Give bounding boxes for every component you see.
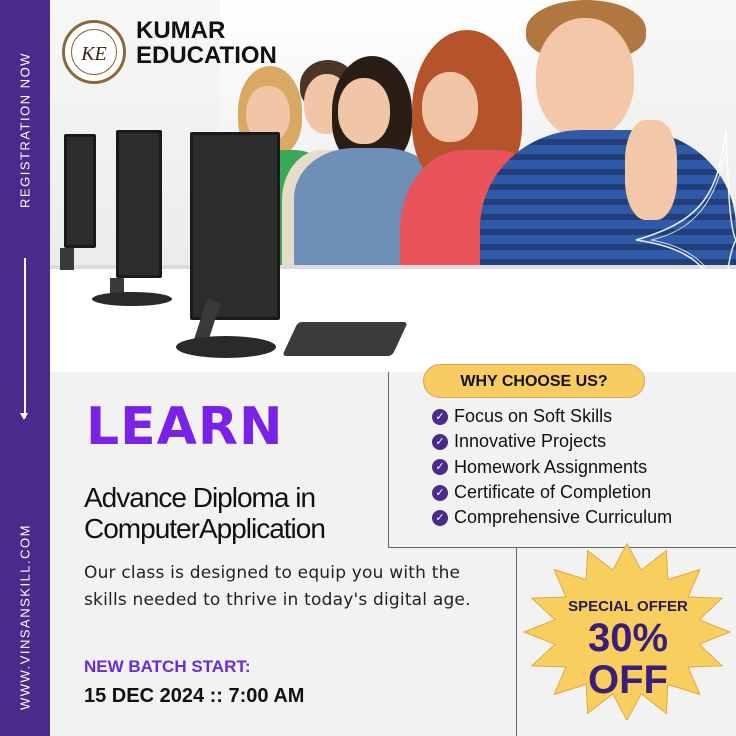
discount-percent: 30% (587, 616, 669, 660)
benefit-text: Homework Assignments (454, 456, 648, 477)
list-item: ✓ Innovative Projects (432, 429, 672, 454)
sparkle-decoration (635, 130, 736, 330)
benefit-text: Comprehensive Curriculum (454, 507, 673, 528)
website-link[interactable]: WWW.VINSANSKILL.COM (18, 524, 33, 710)
course-title-line-2: ComputerApplication (84, 513, 326, 544)
list-item: ✓ Homework Assignments (432, 455, 672, 480)
course-title: Advance Diploma in ComputerApplication (84, 482, 326, 544)
benefit-text: Certificate of Completion (454, 482, 652, 503)
monitor-3 (190, 132, 280, 320)
check-circle-icon: ✓ (432, 459, 448, 476)
divider-left-vertical (388, 372, 389, 548)
discount-off: OFF (588, 658, 668, 702)
list-item: ✓ Comprehensive Curriculum (432, 505, 672, 530)
benefit-text: Innovative Projects (454, 431, 607, 452)
check-circle-icon: ✓ (432, 433, 448, 450)
course-description: Our class is designed to equip you with … (84, 563, 471, 610)
brand-line-2: EDUCATION (136, 42, 277, 69)
logo-initials: KE (81, 43, 107, 65)
registration-now-text[interactable]: REGISTRATION NOW (18, 52, 33, 208)
monitor-2-base (92, 292, 172, 306)
list-item: ✓ Certificate of Completion (432, 480, 672, 505)
batch-date: 15 DEC 2024 :: 7:00 AM (84, 685, 305, 707)
keyboard (282, 322, 408, 356)
check-circle-icon: ✓ (432, 484, 448, 501)
why-choose-us-badge: WHY CHOOSE US? (423, 364, 645, 398)
monitor-1-stand (60, 248, 74, 270)
brand-name: KUMAR EDUCATION (136, 18, 277, 68)
monitor-1 (64, 134, 96, 248)
monitor-2 (116, 130, 162, 278)
benefit-text: Focus on Soft Skills (454, 406, 613, 427)
headline: LEARN (86, 397, 284, 457)
monitor-3-base (176, 336, 276, 358)
check-circle-icon: ✓ (432, 509, 448, 526)
check-circle-icon: ✓ (432, 408, 448, 425)
logo-ring: KE (71, 29, 117, 75)
list-item: ✓ Focus on Soft Skills (432, 404, 672, 429)
course-title-line-1: Advance Diploma in (84, 482, 316, 513)
batch-label: NEW BATCH START: (84, 657, 251, 676)
side-strip: REGISTRATION NOW WWW.VINSANSKILL.COM (0, 0, 50, 736)
arrow-down-icon (21, 258, 27, 420)
logo: KE (62, 20, 126, 84)
benefits-list: ✓ Focus on Soft Skills ✓ Innovative Projec… (432, 404, 672, 530)
divider-right-vertical (516, 547, 517, 736)
discount-value: 30% OFF (548, 617, 708, 701)
special-offer-label: SPECIAL OFFER (568, 598, 688, 615)
brand-line-1: KUMAR (136, 17, 226, 44)
